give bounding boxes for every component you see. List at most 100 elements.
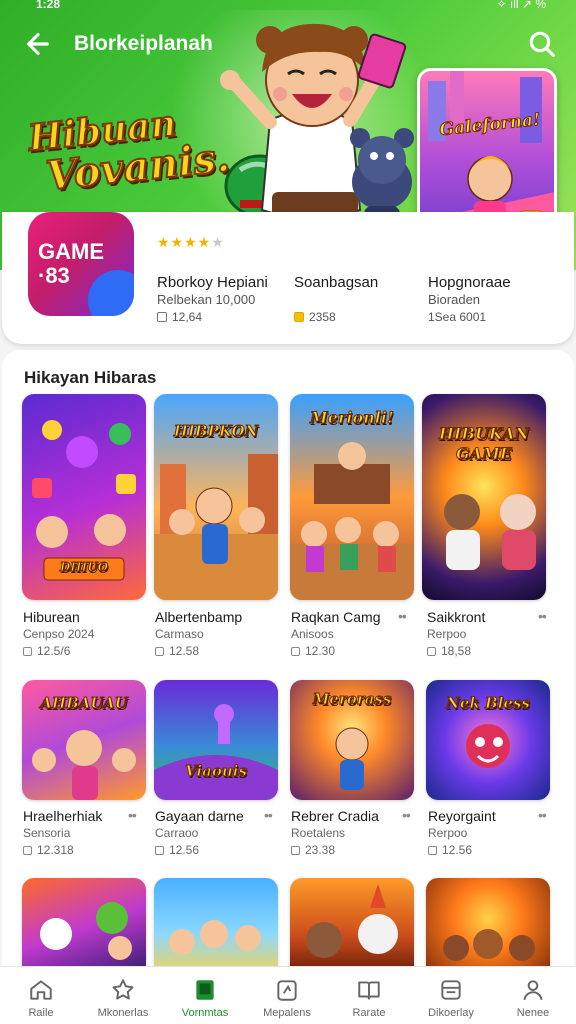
featured-item1-meta: 12,64 [157, 310, 202, 324]
featured-app-icon-text: GAME ·83 [38, 239, 104, 288]
game-5-meta-value: 12.318 [37, 843, 74, 857]
game-tile-1[interactable]: DHIUO [22, 394, 146, 600]
nav-label-books: Rarate [352, 1007, 386, 1019]
nav-item-home[interactable]: Raile [0, 967, 82, 1024]
page-title: Blorkeiplanah [74, 32, 213, 55]
nav-item-library[interactable]: Dikoerlay [410, 967, 492, 1024]
nav-label-games: Vornmtas [181, 1007, 229, 1019]
nav-item-books[interactable]: Rarate [328, 967, 410, 1024]
status-indicators: ✧ ıll ↗ % [496, 0, 546, 11]
back-arrow-icon[interactable] [22, 28, 54, 60]
game-5-sub: Sensoria [23, 826, 71, 840]
game-3-name[interactable]: Raqkan Camg [291, 609, 381, 625]
game-6-meta: 12.56 [155, 843, 199, 857]
rating-stars-filled: ★★★★ [157, 234, 212, 250]
game-tile-4[interactable]: HIBUKAN GAME [422, 394, 546, 600]
game-8-meta: 12.56 [428, 843, 472, 857]
game-7-meta-value: 23.38 [305, 843, 336, 857]
nav-label-apps: Mepalens [263, 1007, 311, 1019]
game-tile-9[interactable] [22, 878, 146, 978]
nav-item-favorites[interactable]: Mkonerlas [82, 967, 164, 1024]
game-tile-10[interactable] [154, 878, 278, 978]
game-tile-12-art [443, 929, 535, 961]
nav-item-apps[interactable]: Mepalens [246, 967, 328, 1024]
game-8-meta-value: 12.56 [442, 843, 473, 857]
download-icon [157, 312, 167, 322]
game-tile-8[interactable]: Nek Bless [426, 680, 550, 800]
game-2-meta-value: 12.58 [169, 644, 200, 658]
game-tile-9-art [40, 902, 132, 960]
game-tile-7[interactable]: Merorass [290, 680, 414, 800]
game-6-sub: Carraoo [155, 826, 199, 840]
game-7-name[interactable]: Rebrer Cradia [291, 808, 379, 824]
bottom-navigation: Raile Mkonerlas Vornmtas Mepalens Rarate… [0, 966, 576, 1024]
game-tile-1-label: DHIUO [59, 560, 109, 575]
game-3-more-icon[interactable]: •• [398, 608, 407, 624]
featured-item3-meta: 1Sea 6001 [428, 310, 487, 324]
person-icon [523, 980, 543, 1001]
game-3-meta: 12.30 [291, 644, 335, 658]
game-tile-10-art [169, 920, 261, 955]
section-title: Hikayan Hibaras [24, 368, 157, 387]
game-3-sub: Anisoos [291, 627, 334, 641]
game-tile-8-label: Nek Bless [446, 694, 531, 713]
nav-label-profile: Nenee [516, 1007, 550, 1019]
home-icon [30, 980, 52, 1000]
game-7-more-icon[interactable]: •• [402, 807, 411, 823]
game-4-meta-value: 18,58 [441, 644, 472, 658]
apps-icon [277, 980, 297, 1001]
featured-item3-subtitle: Bioraden [428, 292, 481, 307]
featured-item2-title[interactable]: Soanbagsan [294, 274, 378, 291]
game-tile-2[interactable]: HIBPKON [154, 394, 278, 600]
download-icon [23, 647, 32, 656]
game-7-sub: Roetalens [291, 826, 346, 840]
game-tile-12[interactable] [426, 878, 550, 978]
nav-item-profile[interactable]: Nenee [492, 967, 574, 1024]
list-icon [441, 980, 461, 1000]
featured-item1-meta-value: 12,64 [172, 310, 203, 324]
game-5-more-icon[interactable]: •• [128, 807, 137, 823]
game-tile-5[interactable]: AHBAUAU [22, 680, 146, 800]
nav-item-games[interactable]: Vornmtas [164, 967, 246, 1024]
game-tile-7-label: Merorass [312, 690, 392, 709]
game-tile-3[interactable]: Merionli! [290, 394, 414, 600]
nav-label-favorites: Mkonerlas [97, 1007, 149, 1019]
game-8-sub: Rerpoo [428, 826, 468, 840]
game-tile-6[interactable]: Viaouis [154, 680, 278, 800]
game-2-sub: Carmaso [155, 627, 204, 641]
games-icon [196, 980, 214, 1000]
download-icon [155, 647, 164, 656]
game-4-name[interactable]: Saikkront [427, 609, 485, 625]
game-4-more-icon[interactable]: •• [538, 608, 547, 624]
featured-panel: GAME ·83 ★★★★★ Rborkoy Hepiani Relbekan … [2, 212, 574, 344]
featured-item1-title[interactable]: Rborkoy Hepiani [157, 274, 268, 291]
search-icon[interactable] [526, 28, 558, 60]
featured-item2-meta-value: 2358 [309, 310, 336, 324]
game-1-meta: 12.5/6 [23, 644, 70, 658]
game-6-name[interactable]: Gayaan darne [155, 808, 244, 824]
game-6-more-icon[interactable]: •• [264, 807, 273, 823]
game-6-meta-value: 12.56 [169, 843, 200, 857]
nav-label-library: Dikoerlay [428, 1007, 474, 1019]
download-icon [291, 846, 300, 855]
game-8-name[interactable]: Reyorgaint [428, 808, 496, 824]
download-icon [427, 647, 436, 656]
game-8-more-icon[interactable]: •• [538, 807, 547, 823]
game-2-name[interactable]: Albertenbamp [155, 609, 242, 625]
coin-icon [294, 312, 304, 322]
game-5-meta: 12.318 [23, 843, 74, 857]
featured-item2-meta: 2358 [294, 310, 336, 324]
status-time: 1:28 [36, 0, 61, 11]
nav-label-home: Raile [28, 1007, 54, 1019]
featured-app-icon[interactable]: GAME ·83 [28, 212, 134, 316]
game-5-name[interactable]: Hraelherhiak [23, 808, 102, 824]
book-icon [358, 981, 380, 1000]
game-tile-11[interactable] [290, 878, 414, 978]
game-7-meta: 23.38 [291, 843, 335, 857]
game-1-sub: Cenpso 2024 [23, 627, 95, 641]
featured-item3-title[interactable]: Hopgnoraae [428, 274, 511, 291]
download-icon [428, 846, 437, 855]
download-icon [155, 846, 164, 855]
game-1-name[interactable]: Hiburean [23, 609, 80, 625]
game-tile-5-label: AHBAUAU [40, 694, 128, 713]
